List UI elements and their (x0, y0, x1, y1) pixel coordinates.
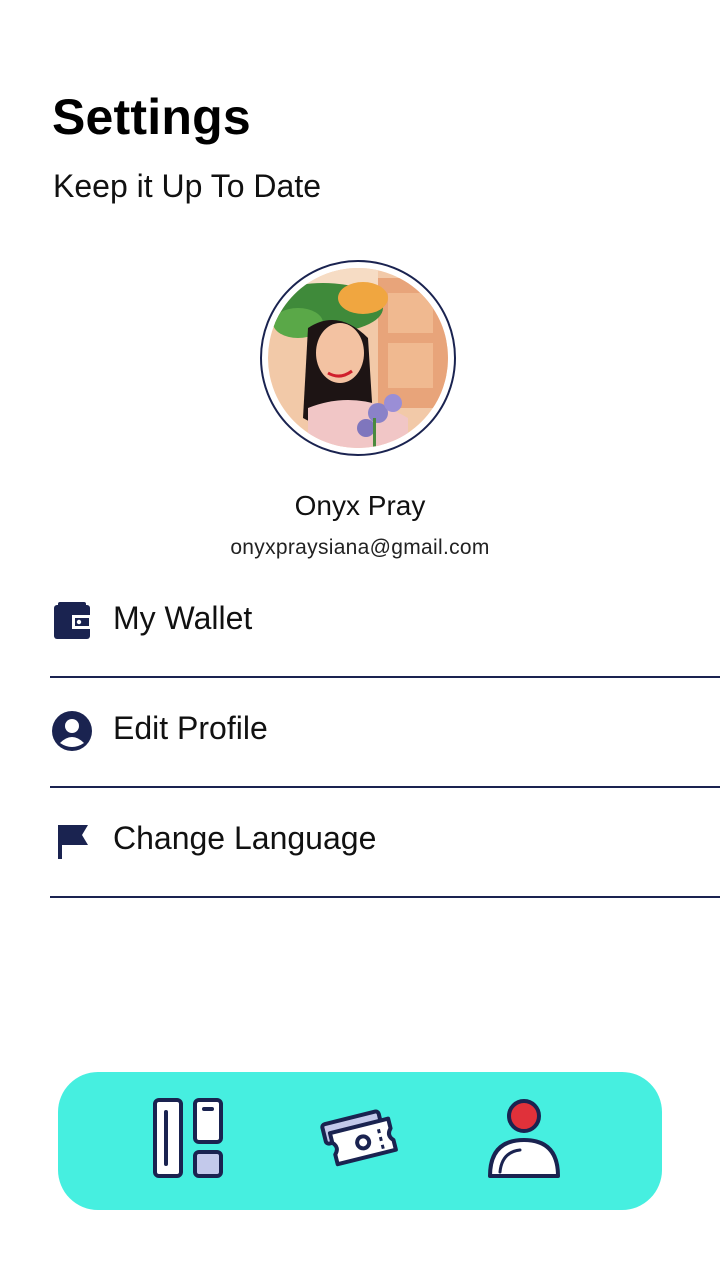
profile-email: onyxpraysiana@gmail.com (230, 536, 490, 559)
nav-profile-button[interactable] (474, 1090, 574, 1190)
avatar-photo (268, 268, 448, 448)
dashboard-icon (151, 1096, 225, 1185)
wallet-icon (52, 601, 92, 641)
menu-item-label: Change Language (113, 820, 377, 856)
page-title: Settings (52, 89, 251, 145)
profile-name: Onyx Pray (294, 490, 426, 521)
menu-item-label: My Wallet (113, 600, 253, 636)
nav-dashboard-button[interactable] (138, 1090, 238, 1190)
divider (50, 896, 720, 898)
page-subtitle: Keep it Up To Date (53, 168, 322, 204)
ticket-icon (318, 1106, 402, 1175)
user-circle-icon (52, 711, 92, 751)
menu-item-label: Edit Profile (113, 710, 268, 746)
menu-item-edit-profile[interactable]: Edit Profile (50, 678, 720, 788)
profile-icon (486, 1096, 562, 1185)
bottom-nav (58, 1072, 662, 1210)
nav-ticket-button[interactable] (310, 1090, 410, 1190)
avatar[interactable] (260, 260, 456, 456)
menu-item-my-wallet[interactable]: My Wallet (50, 568, 720, 678)
menu-item-change-language[interactable]: Change Language (50, 788, 720, 898)
flag-icon (52, 821, 92, 861)
